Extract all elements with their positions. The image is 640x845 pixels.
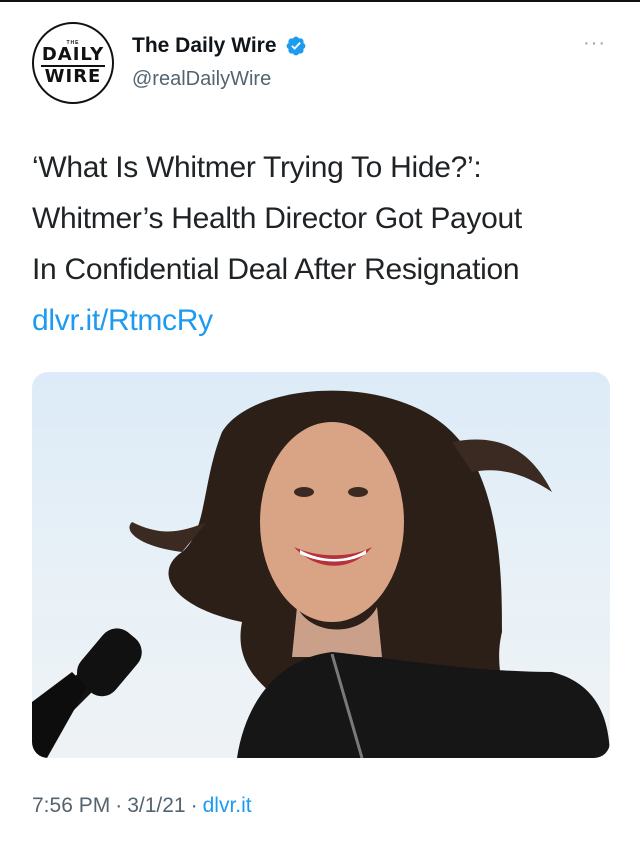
author-name-row[interactable]: The Daily Wire: [132, 34, 307, 58]
meta-separator: ·: [190, 794, 198, 817]
display-name[interactable]: The Daily Wire: [132, 34, 277, 58]
meta-separator: ·: [115, 794, 123, 817]
avatar-line1: DAILY: [41, 44, 105, 65]
tweet-source-link[interactable]: dlvr.it: [203, 794, 252, 817]
tweet-text-line: In Confidential Deal After Resignation: [32, 253, 520, 286]
tweet-card: THE DAILY WIRE The Daily Wire @realDaily…: [0, 0, 640, 845]
avatar-line2: WIRE: [44, 66, 102, 87]
photo-illustration: [32, 390, 610, 758]
tweet-time[interactable]: 7:56 PM: [32, 794, 110, 817]
tweet-media-photo[interactable]: [32, 372, 610, 758]
tweet-date[interactable]: 3/1/21: [127, 794, 185, 817]
more-options-icon[interactable]: ···: [583, 33, 606, 53]
avatar[interactable]: THE DAILY WIRE: [32, 22, 114, 104]
verified-badge-icon: [286, 36, 305, 56]
tweet-link[interactable]: dlvr.it/RtmcRy: [32, 295, 612, 346]
tweet-text-line: ‘What Is Whitmer Trying To Hide?’:: [32, 151, 482, 184]
tweet-text: ‘What Is Whitmer Trying To Hide?’: Whitm…: [32, 142, 612, 346]
tweet-meta: 7:56 PM · 3/1/21 · dlvr.it: [32, 794, 252, 818]
handle[interactable]: @realDailyWire: [132, 68, 271, 91]
tweet-text-line: Whitmer’s Health Director Got Payout: [32, 202, 522, 235]
